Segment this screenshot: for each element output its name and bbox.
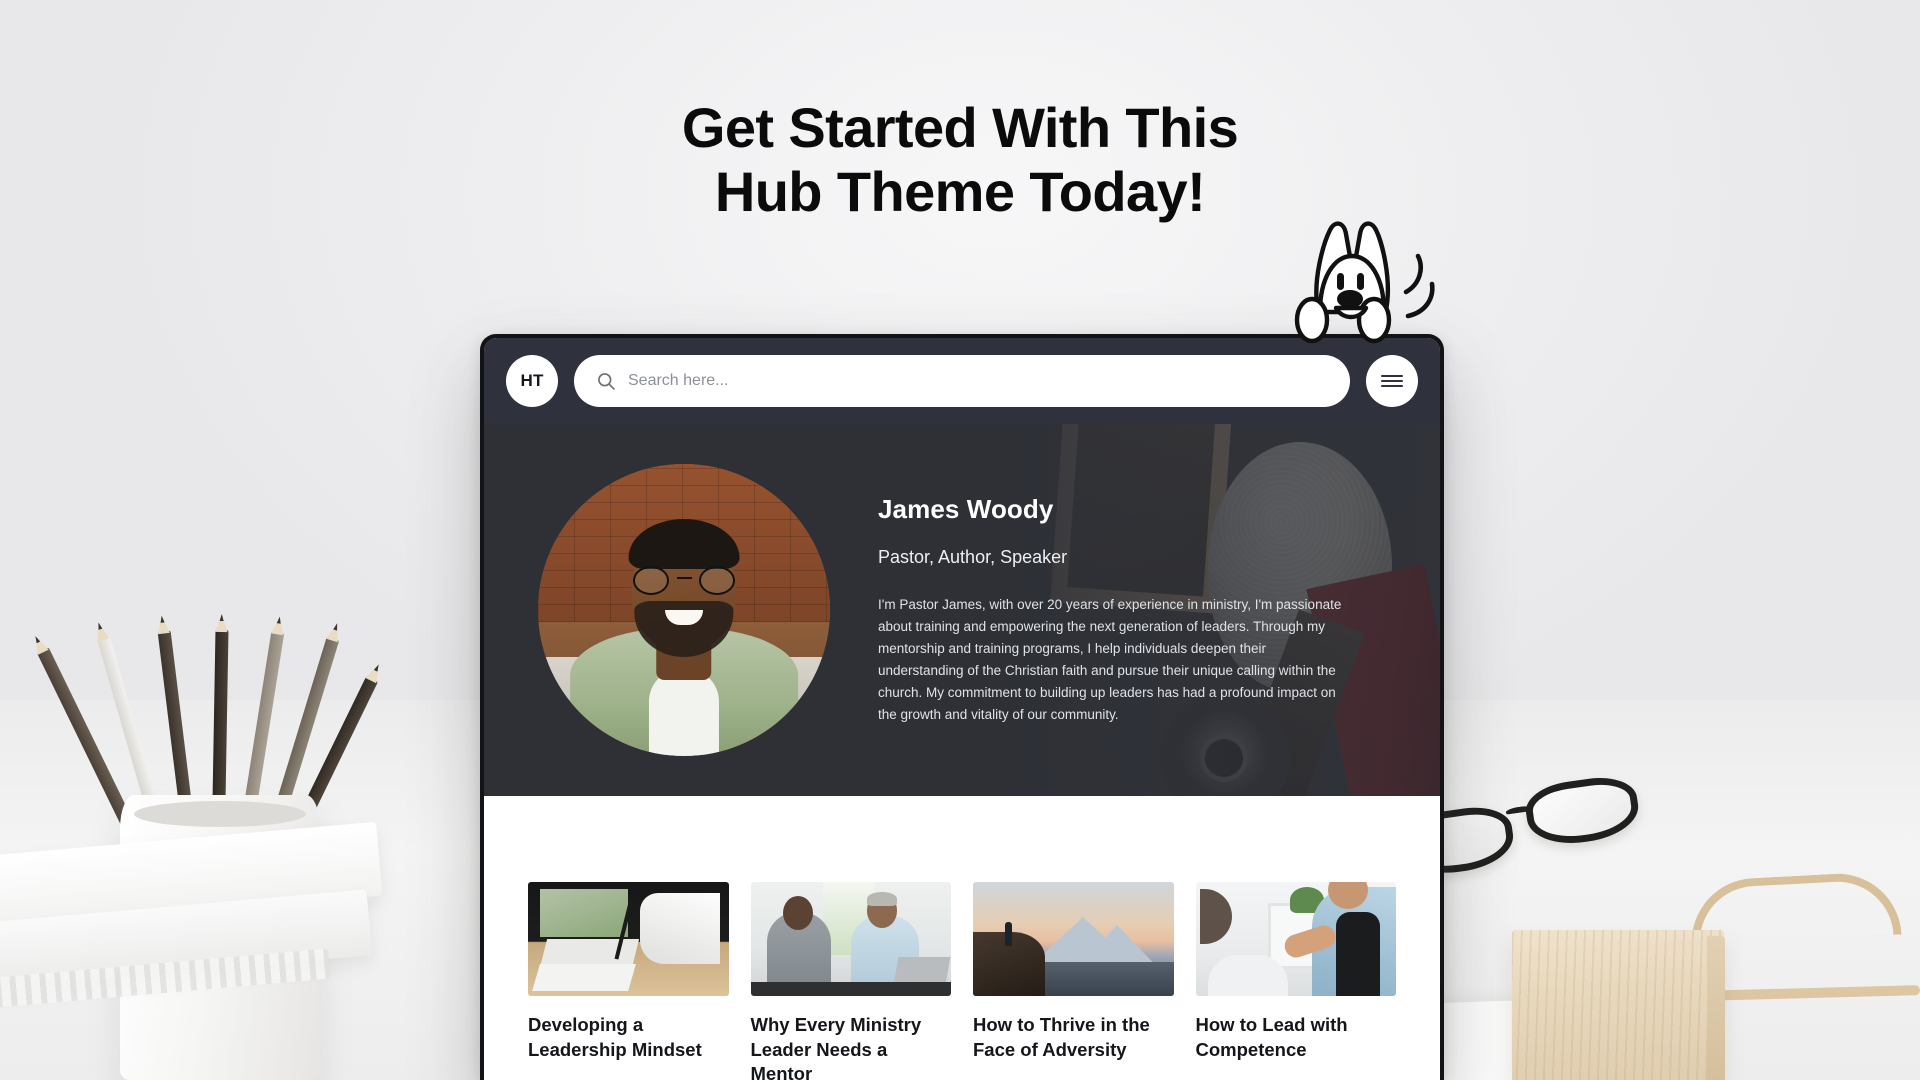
browser-mockup: HT Search here... James Woody Pastor, Au… (480, 334, 1444, 1080)
article-title: Developing a Leadership Mindset (528, 1014, 702, 1060)
articles-grid: Developing a Leadership Mindset Why Ever… (528, 882, 1396, 1080)
hamburger-menu-icon[interactable] (1366, 355, 1418, 407)
article-thumbnail (750, 882, 951, 996)
article-thumbnail (973, 882, 1174, 996)
promo-scene: Get Started With This Hub Theme Today! H… (0, 0, 1920, 1080)
article-title: How to Lead with Competence (1195, 1014, 1348, 1060)
search-icon (596, 371, 616, 391)
headline-line-2: Hub Theme Today! (714, 159, 1206, 223)
article-title: How to Thrive in the Face of Adversity (973, 1014, 1150, 1060)
article-card[interactable]: Developing a Leadership Mindset (528, 882, 729, 1080)
hero-content: James Woody Pastor, Author, Speaker I'm … (484, 464, 1440, 756)
articles-section: Developing a Leadership Mindset Why Ever… (484, 796, 1440, 1080)
article-card[interactable]: How to Thrive in the Face of Adversity (973, 882, 1174, 1080)
portrait-glasses-bridge (676, 576, 692, 580)
menu-line-2 (1381, 379, 1403, 383)
menu-line-3 (1381, 384, 1403, 388)
article-thumbnail (528, 882, 729, 996)
article-card[interactable]: How to Lead with Competence (1195, 882, 1396, 1080)
profile-role: Pastor, Author, Speaker (878, 547, 1068, 568)
article-title: Why Every Ministry Leader Needs a Mentor (750, 1014, 922, 1080)
search-bar[interactable] (574, 355, 1350, 407)
search-input[interactable] (628, 372, 1328, 390)
profile-name: James Woody (878, 494, 1054, 525)
waving-bunny-mascot (1290, 216, 1440, 356)
portrait-tshirt (648, 668, 720, 756)
profile-description: I'm Pastor James, with over 20 years of … (878, 597, 1342, 722)
menu-line-1 (1381, 374, 1403, 378)
article-card[interactable]: Why Every Ministry Leader Needs a Mentor (750, 882, 951, 1080)
profile-hero: James Woody Pastor, Author, Speaker I'm … (484, 424, 1440, 796)
headline-line-1: Get Started With This (681, 96, 1239, 159)
profile-bio: James Woody Pastor, Author, Speaker I'm … (878, 494, 1348, 725)
article-thumbnail (1195, 882, 1396, 996)
page-title: Get Started With This Hub Theme Today! (0, 96, 1920, 224)
avatar (538, 464, 830, 756)
site-logo[interactable]: HT (506, 355, 558, 407)
wooden-block (1512, 930, 1725, 1080)
mockup-screen: HT Search here... James Woody Pastor, Au… (484, 338, 1440, 1080)
